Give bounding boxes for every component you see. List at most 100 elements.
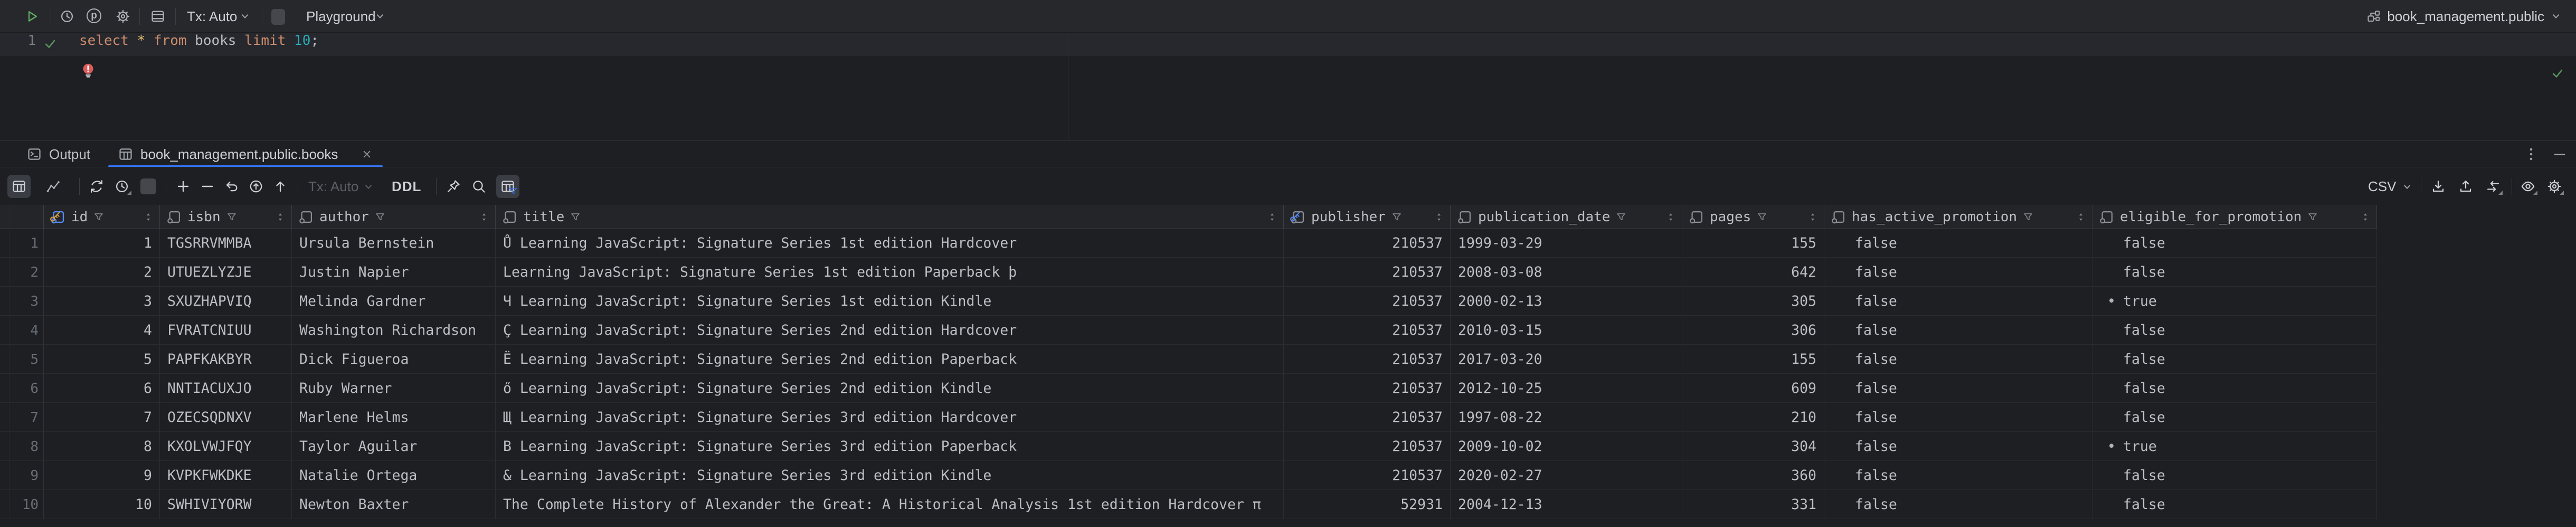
sort-icon[interactable] [143, 211, 154, 223]
table-cell-pages[interactable]: 305 [1682, 287, 1824, 316]
table-cell-has_active_promotion[interactable]: false [1824, 403, 2092, 432]
table-cell-author[interactable]: Justin Napier [292, 258, 496, 287]
table-cell-id[interactable]: 7 [44, 403, 160, 432]
table-cell-eligible_for_promotion[interactable]: •true [2092, 287, 2377, 316]
filter-result-button[interactable] [496, 175, 519, 198]
row-number[interactable]: 6 [0, 374, 44, 403]
column-header-eligible_for_promotion[interactable]: eligible_for_promotion [2092, 205, 2377, 229]
export-download-icon[interactable] [2430, 178, 2446, 194]
filter-icon[interactable] [1391, 211, 1403, 223]
table-cell-publication_date[interactable]: 2004-12-13 [1451, 490, 1682, 519]
table-cell-has_active_promotion[interactable]: false [1824, 229, 2092, 258]
session-selector[interactable]: Playground [306, 0, 376, 33]
table-cell-title[interactable]: B Learning JavaScript: Signature Series … [496, 432, 1284, 461]
table-cell-title[interactable]: ő Learning JavaScript: Signature Series … [496, 374, 1284, 403]
table-row[interactable]: 99KVPKFWKDKENatalie Ortega& Learning Jav… [0, 461, 2377, 490]
sort-icon[interactable] [478, 211, 490, 223]
table-cell-isbn[interactable]: SXUZHAPVIQ [160, 287, 292, 316]
table-cell-publication_date[interactable]: 2008-03-08 [1451, 258, 1682, 287]
table-cell-publication_date[interactable]: 2010-03-15 [1451, 316, 1682, 345]
column-header-id[interactable]: id [44, 205, 160, 229]
table-cell-publisher[interactable]: 210537 [1284, 432, 1451, 461]
table-cell-publisher[interactable]: 210537 [1284, 316, 1451, 345]
table-cell-publisher[interactable]: 52931 [1284, 490, 1451, 519]
sort-icon[interactable] [1266, 211, 1278, 223]
row-number[interactable]: 5 [0, 345, 44, 374]
table-row[interactable]: 1010SWHIVIYORWNewton BaxterThe Complete … [0, 490, 2377, 519]
table-row[interactable]: 44FVRATCNIUUWashington RichardsonÇ Learn… [0, 316, 2377, 345]
row-number[interactable]: 3 [0, 287, 44, 316]
tx-mode-selector[interactable]: Tx: Auto [187, 0, 237, 33]
table-cell-eligible_for_promotion[interactable]: false [2092, 374, 2377, 403]
delete-row-icon[interactable] [200, 178, 215, 194]
table-cell-eligible_for_promotion[interactable]: false [2092, 229, 2377, 258]
table-row[interactable]: 88KXOLVWJFQYTaylor AguilarB Learning Jav… [0, 432, 2377, 461]
table-cell-publisher[interactable]: 210537 [1284, 229, 1451, 258]
table-cell-title[interactable]: Щ Learning JavaScript: Signature Series … [496, 403, 1284, 432]
column-header-publisher[interactable]: publisher [1284, 205, 1451, 229]
table-cell-eligible_for_promotion[interactable]: •true [2092, 432, 2377, 461]
table-cell-publisher[interactable]: 210537 [1284, 287, 1451, 316]
view-options-eye-icon[interactable] [2520, 178, 2536, 194]
table-cell-publication_date[interactable]: 1997-08-22 [1451, 403, 1682, 432]
revert-changes-icon[interactable] [224, 178, 240, 194]
table-cell-has_active_promotion[interactable]: false [1824, 258, 2092, 287]
table-cell-publication_date[interactable]: 2020-02-27 [1451, 461, 1682, 490]
table-cell-pages[interactable]: 155 [1682, 229, 1824, 258]
column-header-has_active_promotion[interactable]: has_active_promotion [1824, 205, 2092, 229]
filter-icon[interactable] [226, 211, 238, 223]
sort-icon[interactable] [274, 211, 286, 223]
table-cell-publication_date[interactable]: 2012-10-25 [1451, 374, 1682, 403]
table-cell-author[interactable]: Ursula Bernstein [292, 229, 496, 258]
sort-icon[interactable] [2360, 211, 2371, 223]
table-cell-publisher[interactable]: 210537 [1284, 403, 1451, 432]
more-options-icon[interactable] [2523, 146, 2539, 162]
history-icon[interactable] [59, 8, 75, 24]
grid-view-button[interactable] [7, 175, 31, 198]
table-cell-author[interactable]: Natalie Ortega [292, 461, 496, 490]
table-cell-id[interactable]: 5 [44, 345, 160, 374]
search-icon[interactable] [471, 178, 487, 194]
table-cell-isbn[interactable]: NNTIACUXJO [160, 374, 292, 403]
table-cell-isbn[interactable]: OZECSQDNXV [160, 403, 292, 432]
row-number[interactable]: 4 [0, 316, 44, 345]
grid-settings-gear-icon[interactable] [2546, 178, 2562, 194]
table-cell-has_active_promotion[interactable]: false [1824, 432, 2092, 461]
schema-selector[interactable]: book_management.public [2366, 0, 2562, 33]
table-cell-id[interactable]: 3 [44, 287, 160, 316]
table-cell-eligible_for_promotion[interactable]: false [2092, 490, 2377, 519]
table-cell-pages[interactable]: 306 [1682, 316, 1824, 345]
chevron-down-icon[interactable] [2401, 181, 2413, 193]
column-header-title[interactable]: title [496, 205, 1284, 229]
table-cell-author[interactable]: Ruby Warner [292, 374, 496, 403]
table-cell-title[interactable]: Ч Learning JavaScript: Signature Series … [496, 287, 1284, 316]
table-cell-id[interactable]: 6 [44, 374, 160, 403]
chevron-down-icon[interactable] [239, 10, 251, 23]
tab-result-books[interactable]: book_management.public.books [108, 141, 383, 167]
table-cell-author[interactable]: Taylor Aguilar [292, 432, 496, 461]
chevron-down-icon[interactable] [374, 10, 386, 23]
error-bulb-icon[interactable] [79, 60, 97, 80]
table-cell-pages[interactable]: 360 [1682, 461, 1824, 490]
table-cell-has_active_promotion[interactable]: false [1824, 287, 2092, 316]
table-cell-eligible_for_promotion[interactable]: false [2092, 258, 2377, 287]
table-cell-title[interactable]: Ů Learning JavaScript: Signature Series … [496, 229, 1284, 258]
ddl-button[interactable]: DDL [392, 167, 421, 205]
table-cell-id[interactable]: 4 [44, 316, 160, 345]
table-cell-title[interactable]: & Learning JavaScript: Signature Series … [496, 461, 1284, 490]
table-cell-title[interactable]: Ë Learning JavaScript: Signature Series … [496, 345, 1284, 374]
table-cell-eligible_for_promotion[interactable]: false [2092, 403, 2377, 432]
table-cell-isbn[interactable]: PAPFKAKBYR [160, 345, 292, 374]
submit-changes-icon[interactable] [248, 178, 264, 194]
table-cell-pages[interactable]: 155 [1682, 345, 1824, 374]
filter-icon[interactable] [570, 211, 581, 223]
table-cell-publisher[interactable]: 210537 [1284, 345, 1451, 374]
table-cell-title[interactable]: Ç Learning JavaScript: Signature Series … [496, 316, 1284, 345]
table-cell-has_active_promotion[interactable]: false [1824, 490, 2092, 519]
run-button[interactable] [24, 8, 40, 24]
column-header-isbn[interactable]: isbn [160, 205, 292, 229]
row-number[interactable]: 10 [0, 490, 44, 519]
table-cell-eligible_for_promotion[interactable]: false [2092, 316, 2377, 345]
table-cell-isbn[interactable]: KXOLVWJFQY [160, 432, 292, 461]
table-cell-publication_date[interactable]: 1999-03-29 [1451, 229, 1682, 258]
